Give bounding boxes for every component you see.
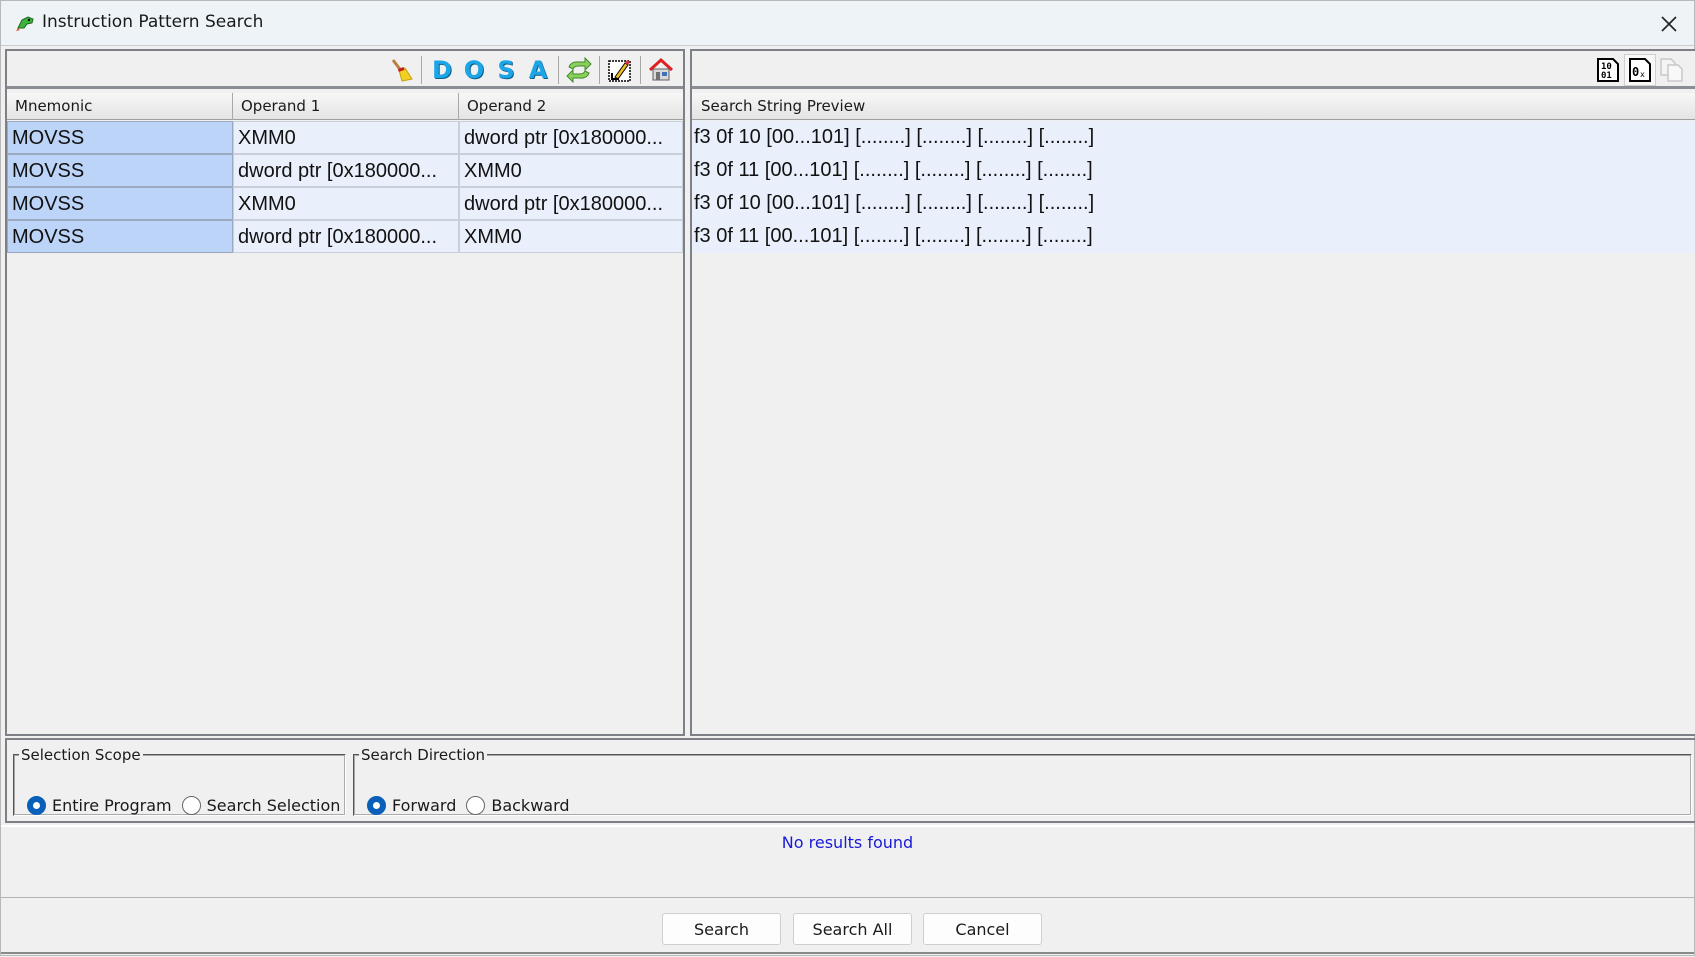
close-icon (1661, 15, 1677, 32)
entire-program-radio[interactable]: Entire Program (27, 796, 172, 815)
preview-row[interactable]: f3 0f 11 [00...101] [........] [........… (692, 154, 1695, 187)
toolbar-separator (558, 56, 559, 84)
instruction-table-body: MOVSS XMM0 dword ptr [0x180000... MOVSS … (7, 121, 683, 253)
search-all-button[interactable]: Search All (793, 913, 912, 945)
clear-button[interactable] (385, 54, 417, 86)
status-area: No results found (1, 825, 1694, 898)
selection-scope-legend: Selection Scope (21, 746, 141, 764)
preview-toolbar: 10 01 0 x (692, 51, 1695, 89)
mnemonic-cell[interactable]: MOVSS (7, 154, 233, 187)
mask-scalars-button[interactable]: S (490, 54, 522, 86)
backward-radio[interactable]: Backward (466, 796, 570, 815)
mnemonic-cell[interactable]: MOVSS (7, 220, 233, 253)
search-options-panel: Selection Scope Entire Program Search Se… (5, 738, 1695, 823)
hex-view-icon: 0 x (1629, 58, 1651, 82)
forward-radio[interactable]: Forward (367, 796, 456, 815)
operand-1-cell[interactable]: dword ptr [0x180000... (233, 220, 459, 253)
mask-scalars-label: S (497, 56, 515, 84)
operand-2-cell[interactable]: dword ptr [0x180000... (459, 121, 683, 154)
radio-selected-icon (27, 796, 46, 815)
mask-addresses-button[interactable]: A (522, 54, 554, 86)
clear-icon (391, 59, 413, 82)
mask-addresses-label: A (528, 56, 548, 84)
column-header-operand-2[interactable]: Operand 2 (459, 93, 683, 120)
binary-view-button[interactable]: 10 01 (1592, 54, 1624, 86)
preview-row[interactable]: f3 0f 10 [00...101] [........] [........… (692, 121, 1695, 154)
radio-unselected-icon (181, 796, 201, 815)
ghidra-dragon-icon (16, 16, 34, 31)
toolbar-separator (640, 56, 641, 84)
mask-data-label: D (432, 56, 452, 84)
instruction-toolbar: D O S A (7, 51, 683, 89)
cancel-button[interactable]: Cancel (923, 913, 1042, 945)
operand-1-cell[interactable]: XMM0 (233, 121, 459, 154)
search-direction-legend: Search Direction (361, 746, 486, 764)
manual-entry-icon (608, 60, 631, 82)
toolbar-separator (599, 56, 600, 84)
dialog-title: Instruction Pattern Search (42, 12, 264, 32)
column-header-operand-1[interactable]: Operand 1 (233, 93, 459, 120)
mask-data-button[interactable]: D (426, 54, 458, 86)
close-button[interactable] (1644, 1, 1694, 46)
instruction-table-pane: D O S A Mnemonic Operand 1 Operand 2 MOV… (5, 49, 685, 736)
mnemonic-cell[interactable]: MOVSS (7, 121, 233, 154)
svg-text:x: x (1640, 70, 1645, 79)
table-row[interactable]: MOVSS XMM0 dword ptr [0x180000... (7, 187, 683, 220)
go-home-icon (648, 57, 674, 81)
go-home-button[interactable] (645, 54, 677, 86)
operand-2-cell[interactable]: dword ptr [0x180000... (459, 187, 683, 220)
copy-icon (1660, 58, 1683, 82)
title-bar: Instruction Pattern Search (1, 1, 1694, 46)
preview-body: f3 0f 10 [00...101] [........] [........… (692, 121, 1695, 253)
table-row[interactable]: MOVSS dword ptr [0x180000... XMM0 (7, 220, 683, 253)
copy-button[interactable] (1656, 54, 1688, 86)
backward-label: Backward (491, 796, 570, 815)
mask-operands-label: O (463, 56, 485, 84)
status-message: No results found (781, 833, 914, 852)
preview-row[interactable]: f3 0f 11 [00...101] [........] [........… (692, 220, 1695, 253)
search-preview-pane: 10 01 0 x Search String Preview f3 0f 10… (690, 49, 1695, 736)
table-row[interactable]: MOVSS dword ptr [0x180000... XMM0 (7, 154, 683, 187)
window-bottom-border (1, 952, 1694, 957)
search-selection-radio[interactable]: Search Selection (181, 796, 341, 815)
operand-2-cell[interactable]: XMM0 (459, 220, 683, 253)
search-selection-label: Search Selection (206, 796, 341, 815)
mnemonic-cell[interactable]: MOVSS (7, 187, 233, 220)
instruction-pattern-search-dialog: Instruction Pattern Search D O S A Mnemo… (0, 0, 1695, 956)
mask-operands-button[interactable]: O (458, 54, 490, 86)
column-header-search-string-preview[interactable]: Search String Preview (692, 93, 1695, 120)
svg-text:01: 01 (1601, 71, 1612, 81)
selection-scope-group: Selection Scope Entire Program Search Se… (13, 746, 346, 816)
search-button[interactable]: Search (662, 913, 781, 945)
toolbar-separator (421, 56, 422, 84)
search-direction-group: Search Direction Forward Backward (353, 746, 1692, 816)
manual-entry-button[interactable] (604, 54, 636, 86)
radio-unselected-icon (466, 796, 486, 815)
forward-label: Forward (392, 796, 457, 815)
operand-1-cell[interactable]: XMM0 (233, 187, 459, 220)
binary-view-icon: 10 01 (1597, 58, 1619, 82)
radio-selected-icon (367, 796, 386, 815)
operand-1-cell[interactable]: dword ptr [0x180000... (233, 154, 459, 187)
reload-icon (566, 57, 592, 83)
reload-button[interactable] (563, 54, 595, 86)
preview-header: Search String Preview (692, 93, 1695, 120)
column-header-mnemonic[interactable]: Mnemonic (7, 93, 233, 120)
preview-row[interactable]: f3 0f 10 [00...101] [........] [........… (692, 187, 1695, 220)
instruction-table-header: Mnemonic Operand 1 Operand 2 (7, 93, 683, 120)
entire-program-label: Entire Program (52, 796, 172, 815)
hex-view-button[interactable]: 0 x (1624, 54, 1656, 86)
svg-text:0: 0 (1632, 65, 1639, 79)
table-row[interactable]: MOVSS XMM0 dword ptr [0x180000... (7, 121, 683, 154)
operand-2-cell[interactable]: XMM0 (459, 154, 683, 187)
